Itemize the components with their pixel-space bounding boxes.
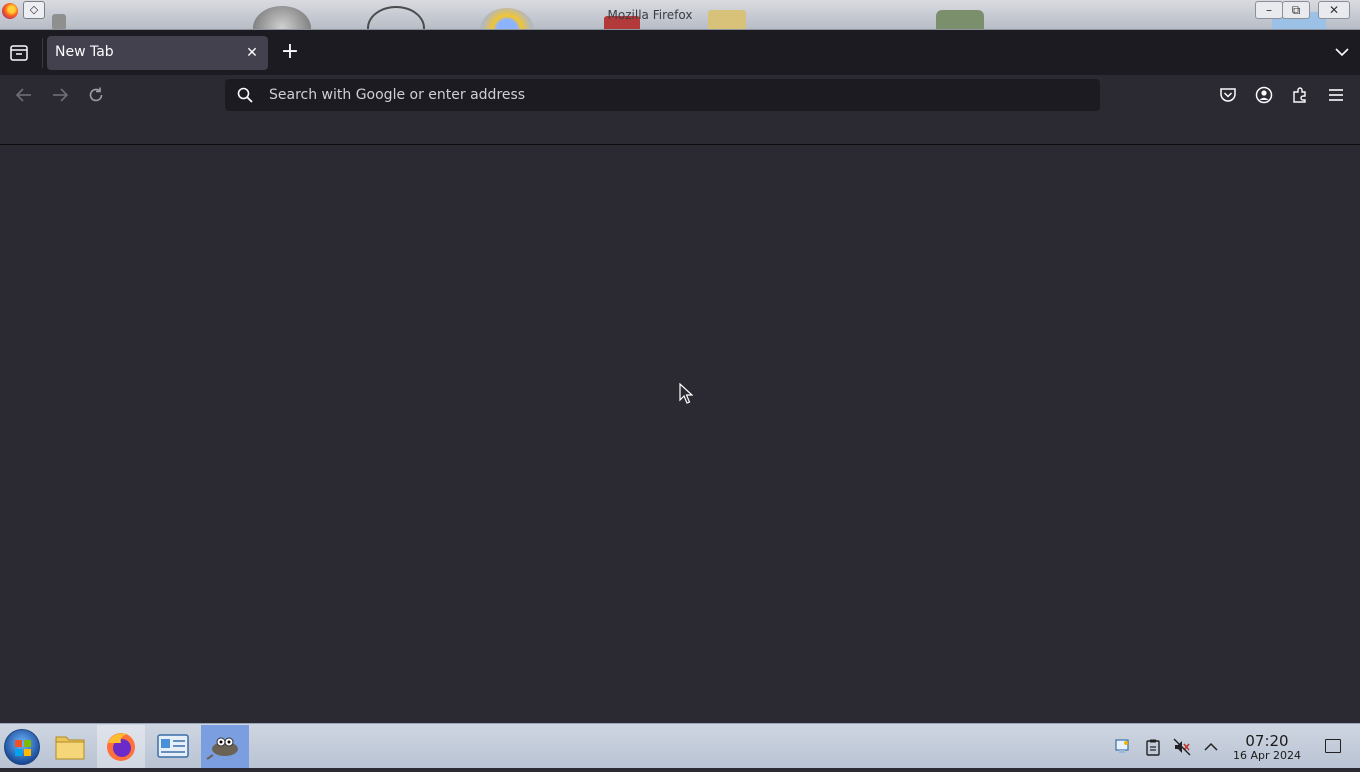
url-input[interactable] <box>269 79 1089 111</box>
control-panel-icon <box>157 734 189 758</box>
tray-network[interactable] <box>1113 738 1131 756</box>
taskbar-gimp[interactable] <box>201 725 249 768</box>
account-button[interactable] <box>1255 86 1273 104</box>
extensions-icon <box>1293 87 1306 103</box>
clock-time[interactable]: 07:20 <box>1230 732 1304 750</box>
tab-new-tab[interactable]: New Tab ✕ <box>47 36 268 70</box>
navigation-toolbar <box>0 75 1360 115</box>
address-bar[interactable] <box>225 79 1100 111</box>
tray-volume[interactable] <box>1173 738 1191 756</box>
arrow-right-icon <box>53 88 69 102</box>
close-window-button[interactable]: ✕ <box>1318 1 1350 19</box>
new-tab-button[interactable]: + <box>279 41 301 64</box>
menu-icon <box>1329 89 1343 101</box>
reload-icon <box>89 87 103 102</box>
window-titlebar: ◇ Mozilla Firefox – ⧉ ✕ <box>0 0 1360 30</box>
taskbar-control-panel[interactable] <box>149 725 197 768</box>
minimize-button[interactable]: – <box>1255 1 1283 19</box>
pocket-icon <box>1220 88 1236 102</box>
tray-clipboard[interactable] <box>1144 738 1162 756</box>
clock-date[interactable]: 16 Apr 2024 <box>1226 749 1308 762</box>
arrow-left-icon <box>15 88 31 102</box>
file-manager-icon <box>55 736 85 760</box>
tab-title: New Tab <box>55 44 114 60</box>
close-tab-button[interactable]: ✕ <box>244 45 260 61</box>
list-all-tabs-button[interactable] <box>1334 44 1350 60</box>
account-icon <box>1255 86 1273 104</box>
show-desktop-button[interactable] <box>1325 739 1341 753</box>
clipboard-icon <box>1146 739 1160 756</box>
application-menu-button[interactable] <box>1327 86 1345 104</box>
forward-button[interactable] <box>50 85 70 105</box>
chevron-up-icon <box>1204 742 1218 751</box>
firefox-view-icon <box>10 45 28 61</box>
extensions-button[interactable] <box>1291 86 1309 104</box>
page-content[interactable] <box>0 145 1360 723</box>
window-title: Mozilla Firefox <box>607 8 693 22</box>
taskbar-firefox[interactable] <box>97 725 145 768</box>
firefox-view-button[interactable] <box>8 42 30 64</box>
mouse-cursor-icon <box>679 383 693 404</box>
tab-strip: New Tab ✕ + <box>0 30 1360 75</box>
reload-button[interactable] <box>86 85 106 105</box>
search-icon <box>237 87 253 103</box>
gimp-icon <box>206 737 238 760</box>
taskbar: 07:20 16 Apr 2024 <box>0 723 1360 768</box>
volume-muted-icon <box>1173 738 1191 756</box>
tab-separator <box>42 38 43 68</box>
start-menu-button[interactable] <box>4 729 40 765</box>
restore-button[interactable]: ⧉ <box>1282 1 1310 19</box>
network-icon <box>1115 739 1129 753</box>
taskbar-file-manager[interactable] <box>46 725 94 768</box>
toolbar-spacer <box>0 115 1360 145</box>
back-button[interactable] <box>14 85 34 105</box>
tray-expand-button[interactable] <box>1202 738 1220 756</box>
firefox-icon <box>107 733 135 761</box>
save-to-pocket-button[interactable] <box>1219 86 1237 104</box>
chevron-down-icon <box>1335 48 1349 57</box>
windows-logo-icon <box>15 740 31 756</box>
